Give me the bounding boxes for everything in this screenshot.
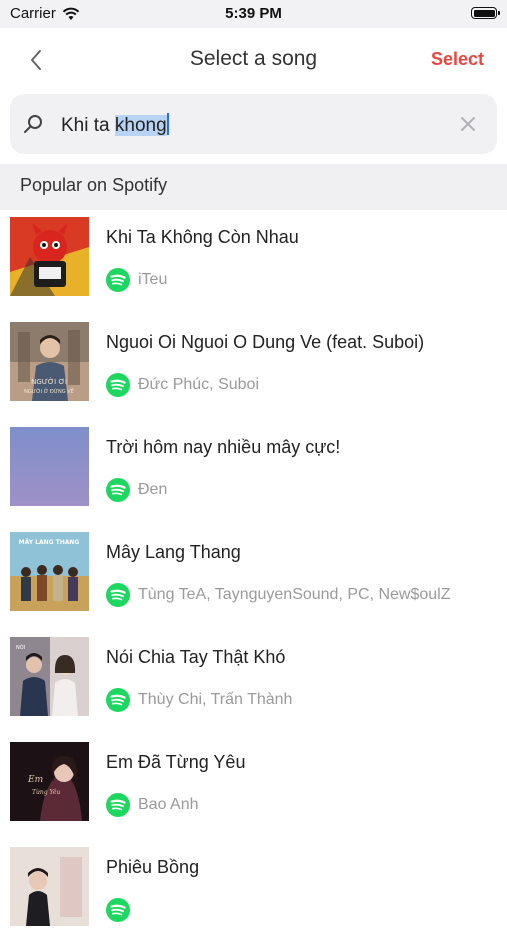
spotify-icon bbox=[106, 688, 130, 712]
song-title: Mây Lang Thang bbox=[106, 542, 241, 562]
svg-text:Từng Yêu: Từng Yêu bbox=[32, 789, 60, 796]
song-list: Khi Ta Không Còn Nhau iTeu NGƯỜI ƠI NGƯỜ… bbox=[0, 211, 507, 946]
spotify-icon bbox=[106, 898, 130, 922]
spotify-icon bbox=[106, 373, 130, 397]
spotify-icon bbox=[106, 793, 130, 817]
spotify-icon bbox=[106, 583, 130, 607]
battery-icon bbox=[471, 7, 500, 19]
svg-text:MÂY LANG THANG: MÂY LANG THANG bbox=[19, 539, 80, 546]
song-row[interactable]: NÓI Nói Chia Tay Thật Khó Thùy Chi, Trấn… bbox=[0, 631, 507, 736]
section-label: Popular on Spotify bbox=[20, 175, 168, 195]
search-icon bbox=[24, 115, 42, 133]
svg-text:NGƯỜI ƠI: NGƯỜI ƠI bbox=[31, 377, 67, 386]
search-text-plain: Khi ta bbox=[61, 115, 115, 136]
song-title: Nguoi Oi Nguoi O Dung Ve (feat. Suboi) bbox=[106, 332, 425, 352]
song-artist: Bao Anh bbox=[138, 796, 199, 813]
song-row[interactable]: Trời hôm nay nhiều mây cực! Đen bbox=[0, 421, 507, 526]
song-row[interactable]: MÂY LANG THANG Mây Lang Thang Tùng TeA, … bbox=[0, 526, 507, 631]
album-art-image: MÂY LANG THANG bbox=[10, 532, 89, 611]
album-art-image: NGƯỜI ƠI NGƯỜI Ở ĐỪNG VỀ bbox=[10, 322, 89, 401]
svg-text:Em: Em bbox=[27, 775, 43, 785]
album-art-image bbox=[10, 217, 89, 296]
status-bar: Carrier 5:39 PM bbox=[0, 0, 507, 28]
section-header: Popular on Spotify bbox=[0, 164, 507, 210]
song-artist: Thùy Chi, Trấn Thành bbox=[138, 691, 293, 708]
song-row[interactable]: Khi Ta Không Còn Nhau iTeu bbox=[0, 211, 507, 316]
song-artist: Tùng TeA, TaynguyenSound, PC, New$oulZ bbox=[138, 586, 451, 603]
status-time: 5:39 PM bbox=[225, 5, 282, 22]
song-artist: iTeu bbox=[138, 271, 168, 288]
search-text-selected: khong bbox=[114, 115, 167, 136]
select-button[interactable]: Select bbox=[431, 49, 484, 70]
album-art-image bbox=[10, 427, 89, 506]
nav-bar: Select a song Select bbox=[0, 28, 507, 90]
song-title: Em Đã Từng Yêu bbox=[106, 752, 246, 772]
song-row[interactable]: Em Từng Yêu Em Đã Từng Yêu Bao Anh bbox=[0, 736, 507, 841]
clear-icon[interactable] bbox=[459, 115, 477, 133]
album-art-image bbox=[10, 847, 89, 926]
song-artist: Đen bbox=[138, 481, 168, 498]
song-title: Nói Chia Tay Thật Khó bbox=[106, 647, 286, 667]
song-artist: Đức Phúc, Suboi bbox=[138, 376, 259, 393]
song-title: Trời hôm nay nhiều mây cực! bbox=[106, 437, 341, 457]
song-row[interactable]: NGƯỜI ƠI NGƯỜI Ở ĐỪNG VỀ Nguoi Oi Nguoi … bbox=[0, 316, 507, 421]
album-art-image: NÓI bbox=[10, 637, 89, 716]
search-input[interactable]: Khi ta khong bbox=[61, 113, 169, 137]
song-title: Khi Ta Không Còn Nhau bbox=[106, 227, 299, 247]
svg-text:NÓI: NÓI bbox=[16, 644, 25, 651]
search-field[interactable]: Khi ta khong bbox=[10, 94, 497, 154]
song-title: Phiêu Bồng bbox=[106, 857, 200, 877]
album-art-image: Em Từng Yêu bbox=[10, 742, 89, 821]
spotify-icon bbox=[106, 268, 130, 292]
spotify-icon bbox=[106, 478, 130, 502]
text-caret bbox=[166, 113, 169, 135]
svg-text:NGƯỜI Ở ĐỪNG VỀ: NGƯỜI Ở ĐỪNG VỀ bbox=[24, 387, 74, 395]
song-row[interactable]: Phiêu Bồng bbox=[0, 841, 507, 946]
